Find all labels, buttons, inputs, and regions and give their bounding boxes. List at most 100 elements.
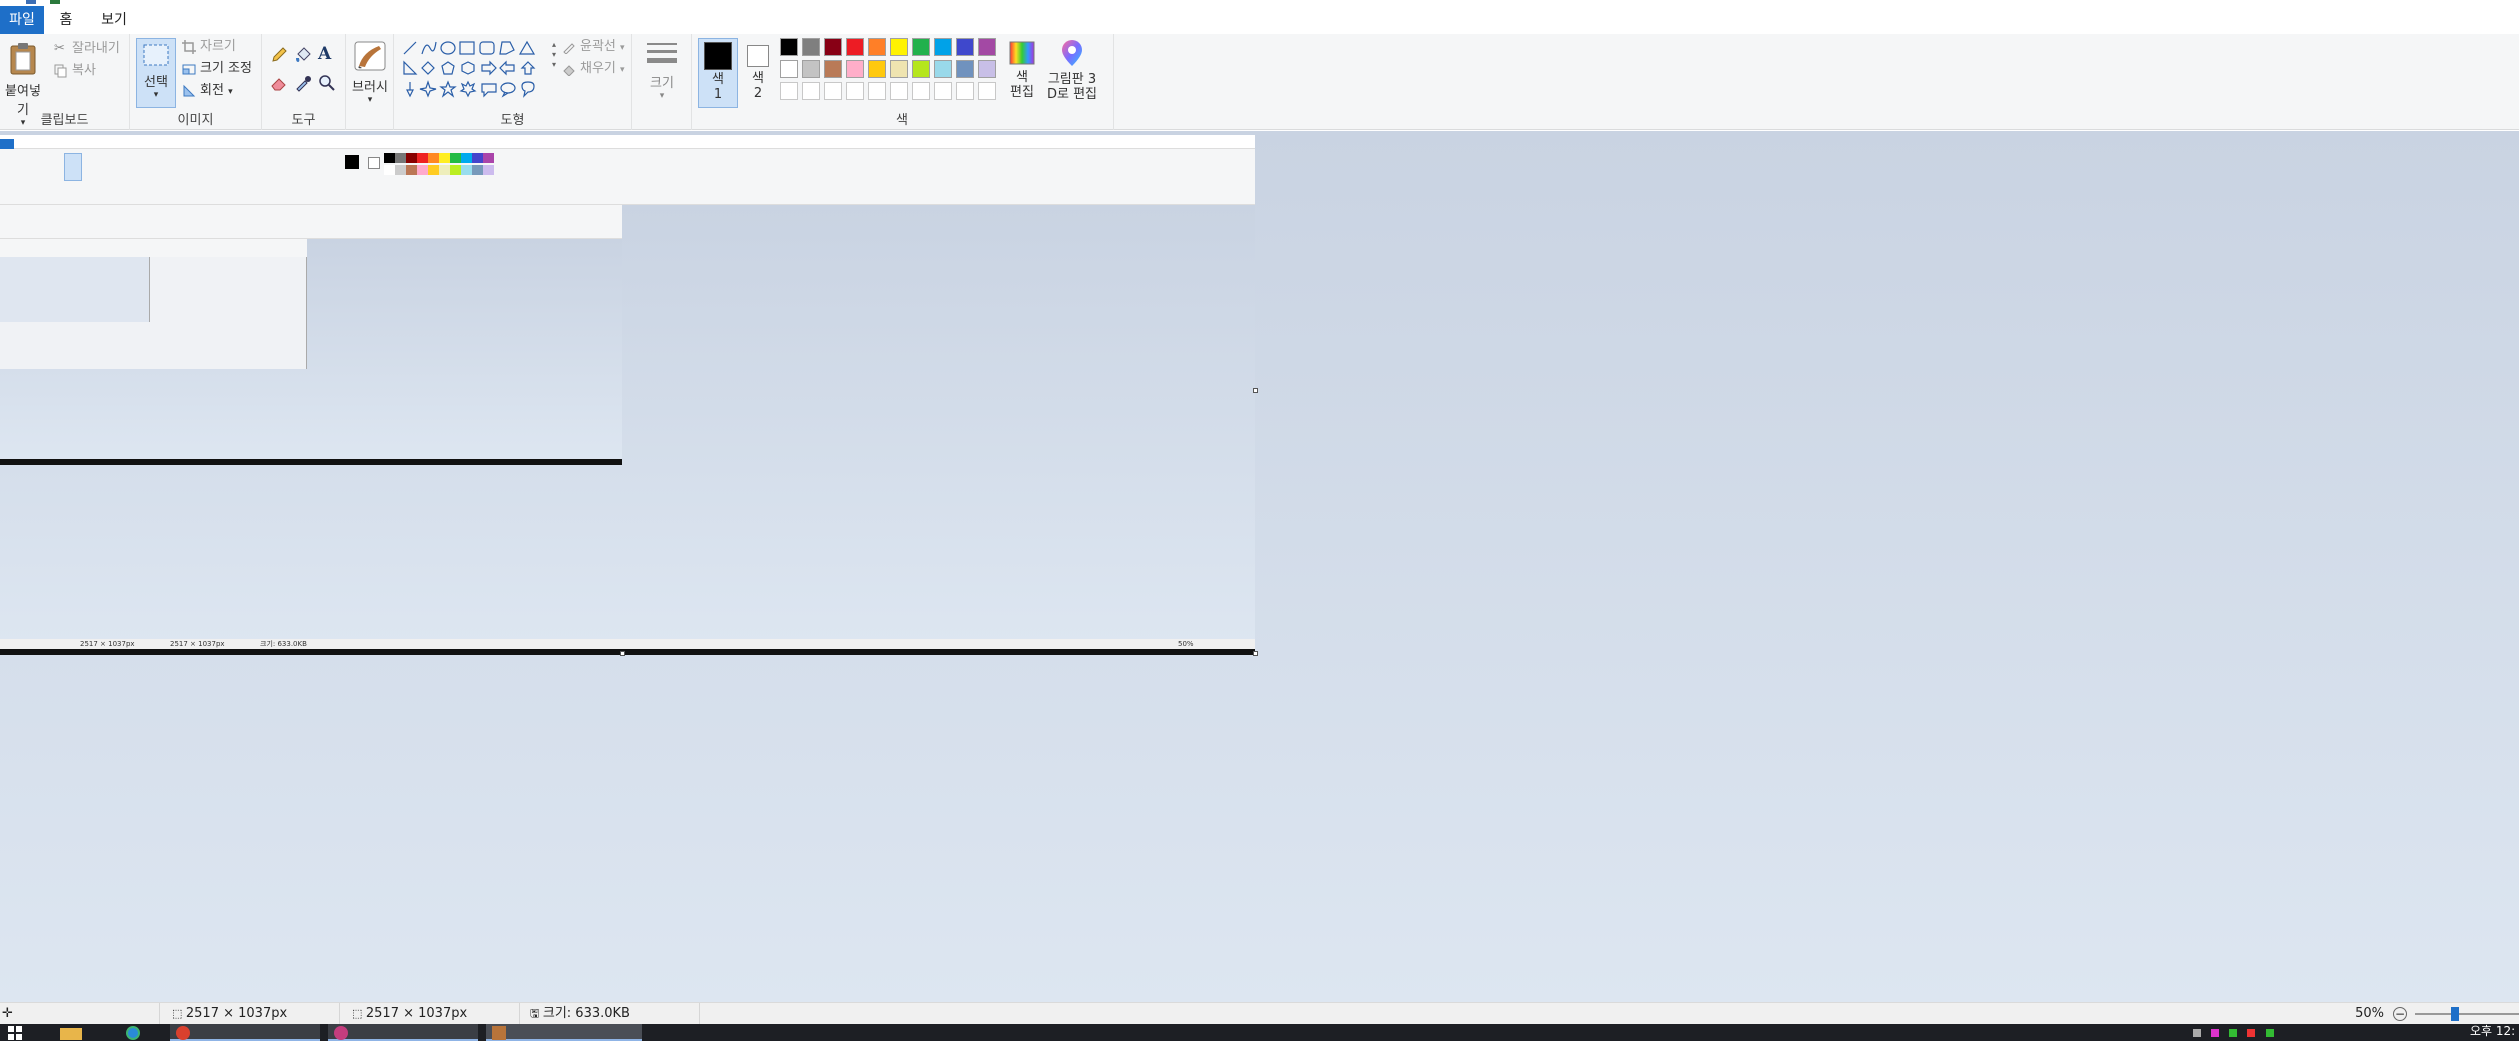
eraser-icon[interactable] [270,74,288,92]
save-icon[interactable] [26,0,36,4]
color-swatch[interactable] [846,60,864,78]
custom-color-slot[interactable] [780,82,798,100]
nested-statusbar: 2517 × 1037px 2517 × 1037px 크기: 633.0KB … [0,639,1255,649]
resize-handle-corner[interactable] [1253,651,1258,656]
tab-home[interactable]: 홈 [48,6,84,34]
cut-button[interactable]: ✂ 잘라내기 [54,39,120,59]
custom-color-slot[interactable] [956,82,974,100]
color-swatch[interactable] [956,60,974,78]
clipboard-group: 붙여넣기 ▾ ✂ 잘라내기 복사 클립보드 [0,34,130,130]
file-explorer-icon[interactable] [56,1024,86,1041]
color-swatch[interactable] [934,60,952,78]
chevron-down-icon: ▾ [153,90,159,100]
color-swatch[interactable] [978,60,996,78]
fill-bucket-icon[interactable] [294,46,312,64]
rotate-button[interactable]: 회전 ▾ [182,81,233,101]
clock[interactable]: 오후 12: [2440,1024,2519,1041]
color-swatch[interactable] [956,38,974,56]
cursor-position: ✛ [0,1003,160,1025]
outline-button[interactable]: 윤곽선 ▾ [562,37,625,57]
canvas-image[interactable]: 2517 × 1037px 2517 × 1037px 크기: 633.0KB … [0,135,1255,655]
windows-icon [8,1026,22,1040]
file-size: 🖫 크기: 633.0KB [530,1003,700,1025]
custom-color-slot[interactable] [978,82,996,100]
brushes-button[interactable]: 브러시 ▾ [348,40,392,105]
nested-ribbon [0,149,1255,205]
tab-file[interactable]: 파일 [0,6,44,34]
status-bar: ✛ ⬚ 2517 × 1037px ⬚ 2517 × 1037px 🖫 크기: … [0,1002,2519,1025]
custom-color-slot[interactable] [802,82,820,100]
rotate-label: 회전 [200,83,224,98]
tab-view[interactable]: 보기 [92,6,136,34]
paint3d-button[interactable]: 그림판 3 D로 편집 [1042,40,1102,102]
color-swatch[interactable] [802,38,820,56]
chevron-down-icon: ▾ [620,65,625,75]
custom-color-slot[interactable] [868,82,886,100]
chevron-down-icon: ▾ [659,91,665,101]
color-palette [780,34,1000,114]
crop-label: 자르기 [200,39,236,54]
taskbar-app-2[interactable] [328,1024,478,1041]
copy-button[interactable]: 복사 [54,61,96,81]
custom-color-slot[interactable] [890,82,908,100]
clock-text: 오후 12: [2470,1024,2516,1038]
color-swatch[interactable] [824,38,842,56]
color-swatch[interactable] [780,60,798,78]
tools-group: A 도구 [262,34,346,130]
color-swatch[interactable] [912,60,930,78]
color-swatch[interactable] [912,38,930,56]
custom-color-slot[interactable] [846,82,864,100]
taskbar-app-paint[interactable] [486,1024,642,1041]
file-size-text: 크기: 633.0KB [542,1006,630,1021]
undo-icon[interactable] [50,0,60,4]
shapes-scroll[interactable]: ▴ ▾ ▾ [552,40,556,70]
color-swatch[interactable] [934,38,952,56]
color2-swatch [747,45,769,67]
color-swatch[interactable] [802,60,820,78]
color1-button[interactable]: 색 1 [698,38,738,108]
magnifier-icon[interactable] [318,74,336,92]
start-button[interactable] [0,1024,30,1041]
line-width-icon [647,43,677,63]
brushes-group: 브러시 ▾ [346,34,394,130]
color-picker-icon[interactable] [294,74,312,92]
resize-handle-bottom[interactable] [620,651,625,656]
edit-colors-button[interactable]: 색 편집 [1002,40,1042,100]
zoom-level: 50% [2355,1006,2384,1021]
resize-handle-right[interactable] [1253,388,1258,393]
color-swatch[interactable] [846,38,864,56]
resize-button[interactable]: 크기 조정 [182,59,252,79]
zoom-slider-thumb[interactable] [2451,1007,2459,1021]
image-size-text: 2517 × 1037px [365,1006,468,1021]
custom-color-slot[interactable] [934,82,952,100]
size-button[interactable]: 크기 ▾ [640,40,684,101]
color-swatch[interactable] [890,60,908,78]
brush-icon [354,41,386,71]
text-tool-icon[interactable]: A [318,44,331,64]
colors-group-label: 색 [896,113,908,128]
select-button[interactable]: 선택 ▾ [136,38,176,108]
color-swatch[interactable] [824,60,842,78]
zoom-slider[interactable] [2415,1013,2519,1015]
fill-button[interactable]: 채우기 ▾ [562,59,625,79]
color-swatch[interactable] [780,38,798,56]
custom-color-slot[interactable] [912,82,930,100]
taskbar-app-chrome[interactable] [170,1024,320,1041]
system-tray [2190,1024,2300,1041]
shapes-gallery[interactable] [402,40,550,98]
color-swatch[interactable] [868,38,886,56]
custom-color-slot[interactable] [824,82,842,100]
nested-zoom: 50% [1178,640,1194,648]
select-label: 선택 [144,75,168,90]
color-swatch[interactable] [978,38,996,56]
crop-button[interactable]: 자르기 [182,37,236,57]
pencil-icon[interactable] [270,46,288,64]
color1-label: 색 1 [712,72,724,102]
color-swatch[interactable] [868,60,886,78]
browser-icon[interactable] [118,1024,148,1041]
color2-button[interactable]: 색 2 [740,38,776,108]
color-swatch[interactable] [890,38,908,56]
canvas-workspace[interactable]: 2517 × 1037px 2517 × 1037px 크기: 633.0KB … [0,131,2519,1004]
shapes-group: ▴ ▾ ▾ 윤곽선 ▾ 채우기 ▾ 도형 [394,34,632,130]
zoom-out-icon[interactable]: − [2393,1007,2407,1021]
